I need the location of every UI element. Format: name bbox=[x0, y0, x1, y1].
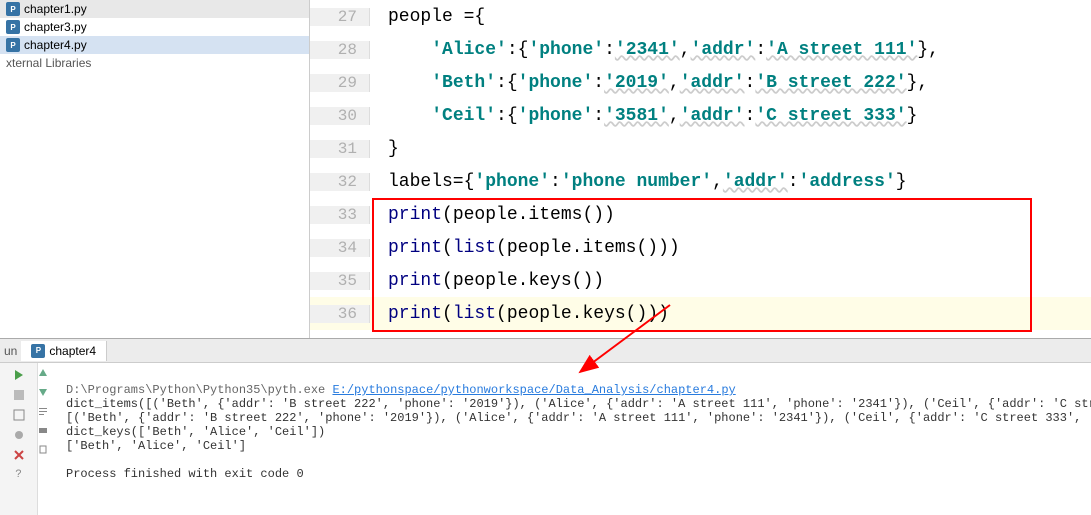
main-container: Pchapter1.pyPchapter3.pyPchapter4.py xte… bbox=[0, 0, 1091, 338]
console-toolbar-left: ? bbox=[0, 363, 38, 515]
line-number: 35 bbox=[310, 272, 370, 290]
file-item[interactable]: Pchapter4.py bbox=[0, 36, 309, 54]
scroll-up-button[interactable] bbox=[38, 367, 56, 382]
exec-rest: .exe bbox=[296, 383, 332, 397]
code-line[interactable]: 30 'Ceil':{'phone':'3581','addr':'C stre… bbox=[310, 99, 1091, 132]
code-line[interactable]: 33print(people.items()) bbox=[310, 198, 1091, 231]
run-tab-label: chapter4 bbox=[49, 344, 96, 358]
python-icon: P bbox=[31, 344, 45, 358]
script-link[interactable]: E:/pythonspace/pythonworkspace/Data_Anal… bbox=[332, 383, 735, 397]
line-number: 30 bbox=[310, 107, 370, 125]
run-label: un bbox=[0, 344, 21, 358]
run-tab-bar: un P chapter4 bbox=[0, 339, 1091, 363]
python-file-icon: P bbox=[6, 38, 20, 52]
code-line[interactable]: 28 'Alice':{'phone':'2341','addr':'A str… bbox=[310, 33, 1091, 66]
soft-wrap-button[interactable] bbox=[38, 405, 56, 420]
line-number: 29 bbox=[310, 74, 370, 92]
project-sidebar: Pchapter1.pyPchapter3.pyPchapter4.py xte… bbox=[0, 0, 310, 338]
python-file-icon: P bbox=[6, 20, 20, 34]
help-button[interactable]: ? bbox=[12, 468, 26, 482]
file-name: chapter4.py bbox=[24, 38, 87, 52]
console-line-1: dict_items([('Beth', {'addr': 'B street … bbox=[66, 397, 1091, 411]
process-finished: Process finished with exit code 0 bbox=[66, 467, 1081, 481]
pin-button[interactable] bbox=[12, 428, 26, 442]
line-number: 33 bbox=[310, 206, 370, 224]
file-list: Pchapter1.pyPchapter3.pyPchapter4.py bbox=[0, 0, 309, 54]
line-code[interactable]: 'Alice':{'phone':'2341','addr':'A street… bbox=[370, 40, 939, 60]
run-tab[interactable]: P chapter4 bbox=[21, 341, 107, 361]
exec-path: D:\Programs\Python\Python35\pyth bbox=[66, 383, 296, 397]
line-code[interactable]: print(people.items()) bbox=[370, 205, 615, 225]
console-area: un P chapter4 ? D:\Programs\Python\Pytho… bbox=[0, 338, 1091, 515]
code-line[interactable]: 31} bbox=[310, 132, 1091, 165]
line-code[interactable]: print(list(people.keys())) bbox=[370, 304, 669, 324]
code-line[interactable]: 32labels={'phone':'phone number','addr':… bbox=[310, 165, 1091, 198]
line-number: 27 bbox=[310, 8, 370, 26]
line-number: 31 bbox=[310, 140, 370, 158]
code-editor[interactable]: 27people ={28 'Alice':{'phone':'2341','a… bbox=[310, 0, 1091, 338]
console-body: ? D:\Programs\Python\Python35\pyth.exe E… bbox=[0, 363, 1091, 515]
print-button[interactable] bbox=[38, 424, 56, 439]
line-number: 28 bbox=[310, 41, 370, 59]
close-button[interactable] bbox=[12, 448, 26, 462]
console-line-4: ['Beth', 'Alice', 'Ceil'] bbox=[66, 439, 246, 453]
clear-button[interactable] bbox=[38, 443, 56, 458]
stop-button[interactable] bbox=[12, 388, 26, 402]
line-code[interactable]: print(people.keys()) bbox=[370, 271, 604, 291]
console-line-2: [('Beth', {'addr': 'B street 222', 'phon… bbox=[66, 411, 1091, 425]
line-number: 32 bbox=[310, 173, 370, 191]
console-output[interactable]: D:\Programs\Python\Python35\pyth.exe E:/… bbox=[56, 363, 1091, 515]
console-line-3: dict_keys(['Beth', 'Alice', 'Ceil']) bbox=[66, 425, 325, 439]
line-code[interactable]: labels={'phone':'phone number','addr':'a… bbox=[370, 172, 907, 192]
code-line[interactable]: 29 'Beth':{'phone':'2019','addr':'B stre… bbox=[310, 66, 1091, 99]
python-file-icon: P bbox=[6, 2, 20, 16]
console-toolbar-inner bbox=[38, 363, 56, 515]
file-item[interactable]: Pchapter1.py bbox=[0, 0, 309, 18]
file-name: chapter1.py bbox=[24, 2, 87, 16]
code-line[interactable]: 27people ={ bbox=[310, 0, 1091, 33]
line-code[interactable]: print(list(people.items())) bbox=[370, 238, 680, 258]
code-line[interactable]: 36print(list(people.keys())) bbox=[310, 297, 1091, 330]
rerun-button[interactable] bbox=[12, 368, 26, 382]
code-line[interactable]: 34print(list(people.items())) bbox=[310, 231, 1091, 264]
scroll-down-button[interactable] bbox=[38, 386, 56, 401]
line-number: 36 bbox=[310, 305, 370, 323]
line-code[interactable]: 'Ceil':{'phone':'3581','addr':'C street … bbox=[370, 106, 917, 126]
file-name: chapter3.py bbox=[24, 20, 87, 34]
file-item[interactable]: Pchapter3.py bbox=[0, 18, 309, 36]
line-code[interactable]: people ={ bbox=[370, 7, 485, 27]
line-code[interactable]: } bbox=[370, 139, 399, 159]
code-line[interactable]: 35print(people.keys()) bbox=[310, 264, 1091, 297]
line-code[interactable]: 'Beth':{'phone':'2019','addr':'B street … bbox=[370, 73, 928, 93]
external-libraries[interactable]: xternal Libraries bbox=[0, 54, 309, 72]
restart-button[interactable] bbox=[12, 408, 26, 422]
line-number: 34 bbox=[310, 239, 370, 257]
